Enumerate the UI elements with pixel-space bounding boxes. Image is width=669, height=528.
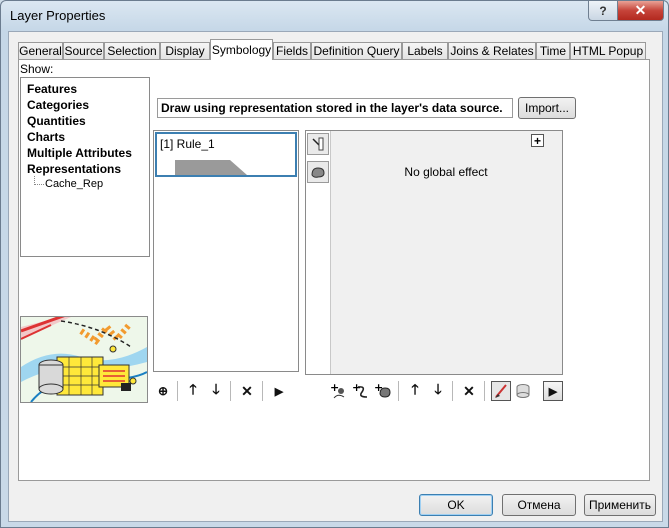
show-item-charts[interactable]: Charts: [27, 130, 65, 144]
show-item-cache-rep[interactable]: Cache_Rep: [45, 178, 103, 190]
arrow-up-icon: 🡑: [411, 381, 419, 397]
delete-icon: ✕: [241, 382, 253, 399]
tab-source[interactable]: Source: [63, 42, 104, 59]
database-override-button[interactable]: [513, 381, 533, 401]
delete-icon: ✕: [463, 382, 475, 399]
remove-rule-button[interactable]: ✕: [237, 381, 257, 401]
no-global-effect-text: No global effect: [404, 165, 488, 179]
symbology-preview-image: [20, 316, 148, 403]
add-fill-effect-button[interactable]: +: [373, 381, 393, 401]
tab-display[interactable]: Display: [160, 42, 210, 59]
tab-general[interactable]: General: [18, 42, 63, 59]
tab-time[interactable]: Time: [536, 42, 570, 59]
global-effect-panel: No global effect +: [305, 130, 563, 375]
toolbar-separator: [484, 381, 485, 401]
add-icon: ⊕: [157, 384, 169, 398]
close-icon: ✕: [634, 2, 647, 18]
add-geometric-effect-button[interactable]: +: [329, 381, 349, 401]
show-item-representations[interactable]: Representations: [27, 162, 121, 176]
representation-description: Draw using representation stored in the …: [157, 98, 513, 118]
remove-effect-button[interactable]: ✕: [459, 381, 479, 401]
add-effect-button[interactable]: +: [531, 134, 544, 147]
tab-html-popup[interactable]: HTML Popup: [570, 42, 646, 59]
rule-item[interactable]: [1] Rule_1: [155, 132, 297, 177]
tab-strip: General Source Selection Display Symbolo…: [18, 39, 648, 60]
tab-labels[interactable]: Labels: [402, 42, 448, 59]
help-icon: ?: [599, 3, 607, 18]
help-button[interactable]: ?: [588, 1, 618, 21]
add-effect-line-icon: +: [352, 382, 368, 398]
tree-connector: [34, 176, 44, 185]
brush-icon: [495, 384, 507, 398]
toolbar-separator: [398, 381, 399, 401]
toolbar-separator: [230, 381, 231, 401]
move-rule-down-button[interactable]: 🡓: [206, 381, 226, 401]
window-title: Layer Properties: [10, 8, 106, 23]
global-effects-icon: [312, 137, 324, 151]
symbol-property-button[interactable]: [491, 381, 511, 401]
symbology-panel: Show: Features Categories Quantities Cha…: [18, 59, 650, 481]
title-bar[interactable]: Layer Properties ? ✕: [1, 1, 668, 31]
layer-properties-window: Layer Properties ? ✕ General Source Sele…: [0, 0, 669, 528]
show-item-quantities[interactable]: Quantities: [27, 114, 86, 128]
arrow-down-icon: 🡓: [434, 381, 442, 397]
toolbar-separator: [262, 381, 263, 401]
add-line-effect-button[interactable]: +: [351, 381, 371, 401]
effect-side-strip: [306, 131, 331, 374]
svg-text:+: +: [352, 382, 361, 394]
move-effect-down-button[interactable]: 🡓: [428, 381, 448, 401]
show-item-categories[interactable]: Categories: [27, 98, 89, 112]
show-item-multiple-attributes[interactable]: Multiple Attributes: [27, 146, 132, 160]
show-list[interactable]: Features Categories Quantities Charts Mu…: [20, 77, 150, 257]
global-effects-tab[interactable]: [307, 133, 329, 155]
add-effect-fill-icon: +: [374, 382, 391, 398]
plus-icon: +: [533, 133, 541, 148]
database-icon: [516, 384, 530, 398]
rule-symbol-preview: [175, 160, 247, 175]
tab-symbology[interactable]: Symbology: [210, 39, 273, 60]
move-effect-up-button[interactable]: 🡑: [405, 381, 425, 401]
move-rule-up-button[interactable]: 🡑: [183, 381, 203, 401]
polygon-layer-tab[interactable]: [307, 161, 329, 183]
ok-button[interactable]: OK: [419, 494, 493, 516]
svg-text:+: +: [330, 382, 339, 394]
import-button[interactable]: Import...: [518, 97, 576, 119]
add-rule-button[interactable]: ⊕: [153, 381, 173, 401]
play-icon: ▶: [274, 385, 284, 398]
close-button[interactable]: ✕: [617, 1, 664, 21]
tab-definition-query[interactable]: Definition Query: [311, 42, 402, 59]
polygon-icon: [311, 167, 325, 178]
rules-list[interactable]: [1] Rule_1: [153, 130, 299, 372]
play-icon: ▶: [548, 385, 558, 398]
arrow-down-icon: 🡓: [212, 381, 220, 397]
arrow-up-icon: 🡑: [189, 381, 197, 397]
rule-more-button[interactable]: ▶: [269, 381, 289, 401]
show-item-features[interactable]: Features: [27, 82, 77, 96]
toolbar-separator: [452, 381, 453, 401]
tab-joins-relates[interactable]: Joins & Relates: [448, 42, 536, 59]
rule-label: [1] Rule_1: [160, 137, 215, 151]
add-effect-point-icon: +: [330, 382, 345, 399]
toolbar-separator: [177, 381, 178, 401]
effect-more-button[interactable]: ▶: [543, 381, 563, 401]
tab-fields[interactable]: Fields: [273, 42, 311, 59]
tab-selection[interactable]: Selection: [104, 42, 160, 59]
cancel-button[interactable]: Отмена: [502, 494, 576, 516]
apply-button[interactable]: Применить: [584, 494, 656, 516]
show-label: Show:: [20, 62, 54, 76]
dialog-client: General Source Selection Display Symbolo…: [8, 31, 663, 522]
